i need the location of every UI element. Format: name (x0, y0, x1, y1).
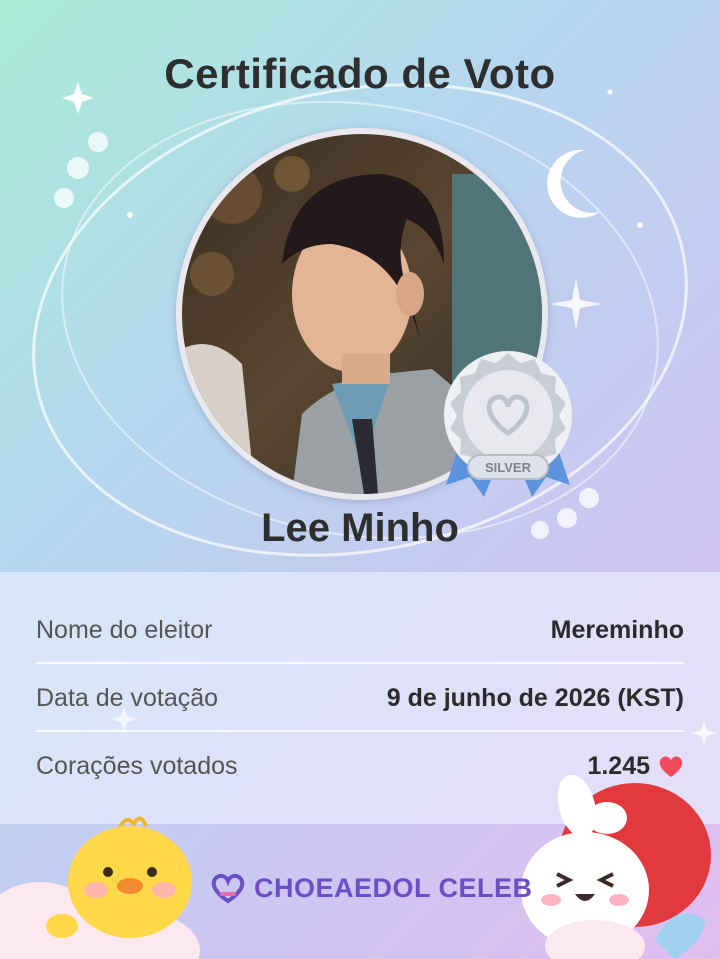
vote-date-row: Data de votação 9 de junho de 2026 (KST) (36, 664, 684, 732)
brand-logo: CHOEAEDOL CELEB (208, 872, 533, 904)
celebrity-name: Lee Minho (261, 506, 459, 550)
bunny-mascot (521, 774, 711, 959)
badge-label: SILVER (485, 460, 532, 475)
chick-mascot (0, 816, 200, 959)
brand-name: CHOEAEDOL CELEB (254, 872, 533, 903)
hearts-label: Corações votados (36, 751, 238, 780)
certificate-page: Certificado de Voto SILVER Lee Minho Nom… (0, 0, 720, 959)
voter-name-row: Nome do eleitor Mereminho (36, 596, 684, 664)
vote-date-value: 9 de junho de 2026 (KST) (386, 683, 684, 712)
heart-logo-icon (211, 873, 245, 904)
voter-name-label: Nome do eleitor (36, 615, 213, 644)
sparkle-icon (550, 278, 602, 330)
moon-icon (547, 149, 600, 218)
voter-name-value: Mereminho (550, 615, 684, 644)
silver-badge: SILVER (444, 351, 572, 497)
certificate-title: Certificado de Voto (164, 50, 556, 97)
vote-date-label: Data de votação (36, 683, 219, 712)
